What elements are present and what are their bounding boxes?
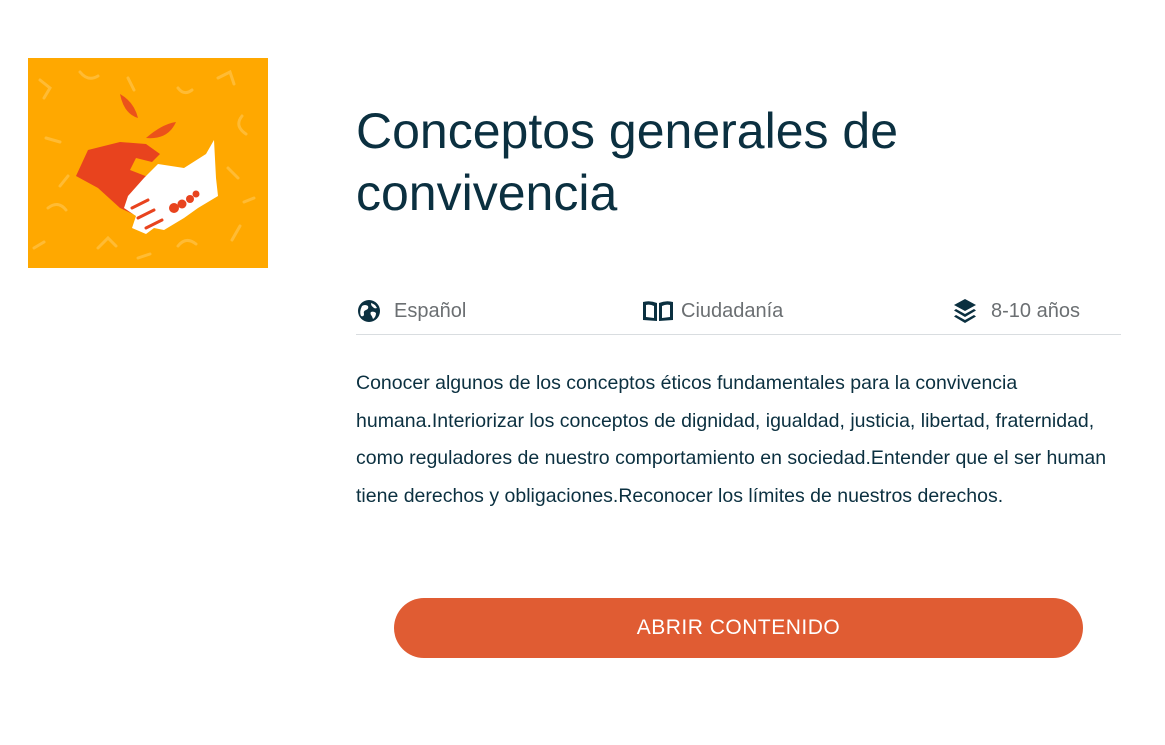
layers-icon <box>952 298 978 324</box>
meta-language: Español <box>356 298 466 324</box>
meta-subject: Ciudadanía <box>642 298 783 324</box>
open-content-button[interactable]: ABRIR CONTENIDO <box>394 598 1083 658</box>
handshake-thumbnail <box>28 58 268 268</box>
language-label: Español <box>394 299 467 322</box>
globe-icon <box>356 298 382 324</box>
meta-age: 8-10 años <box>952 298 1080 324</box>
age-label: 8-10 años <box>991 299 1080 322</box>
page-title: Conceptos generales de convivencia <box>356 103 899 221</box>
meta-row: Español Ciudadanía 8-10 años <box>356 292 1121 335</box>
subject-label: Ciudadanía <box>681 299 784 322</box>
book-icon <box>642 298 674 324</box>
description: Conocer algunos de los conceptos éticos … <box>356 372 1107 507</box>
